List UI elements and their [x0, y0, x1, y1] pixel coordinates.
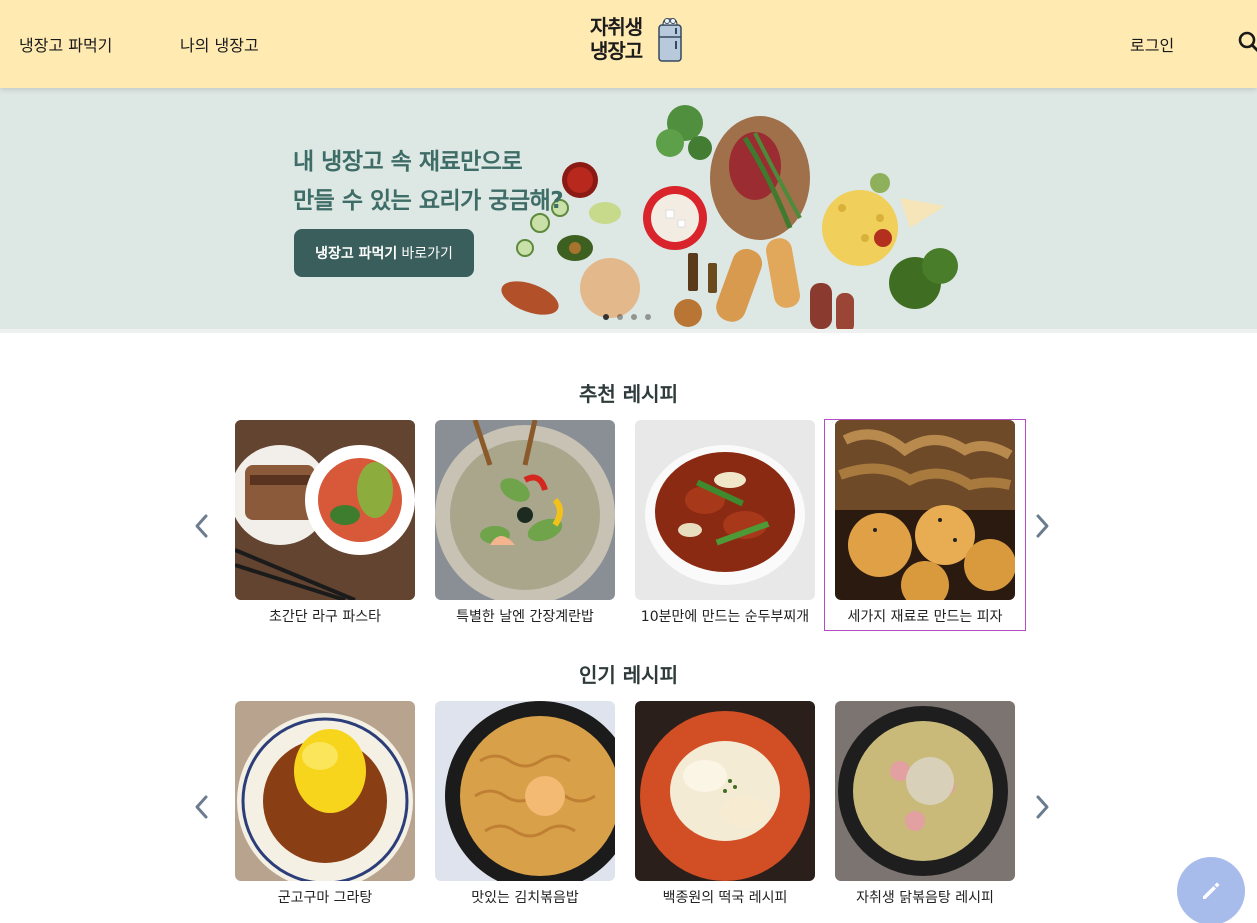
- recipe-image: [835, 701, 1015, 881]
- recipe-title: 군고구마 그라탕: [277, 890, 373, 906]
- nav-fridge-hunt[interactable]: 냉장고 파먹기: [19, 32, 112, 56]
- search-icon[interactable]: [1237, 30, 1257, 54]
- recommended-title: 추천 레시피: [579, 382, 678, 406]
- hero-headline-line2: 만들 수 있는 요리가 궁금해?: [293, 188, 564, 214]
- recipe-title: 맛있는 김치볶음밥: [471, 890, 579, 906]
- chevron-left-icon[interactable]: [192, 512, 212, 540]
- hero-cta-button[interactable]: 냉장고 파먹기 바로가기: [294, 229, 474, 277]
- logo-text: 자취생 냉장고: [590, 15, 643, 63]
- fridge-icon: [658, 18, 682, 62]
- recipe-image: [435, 420, 615, 600]
- divider: [0, 329, 1257, 333]
- recipe-title: 10분만에 만드는 순두부찌개: [640, 609, 810, 625]
- header: 냉장고 파먹기 나의 냉장고 자취생 냉장고 로그인: [0, 0, 1257, 88]
- hero-headline: 내 냉장고 속 재료만으로 만들 수 있는 요리가 궁금해?: [293, 143, 564, 221]
- login-link[interactable]: 로그인: [1130, 32, 1174, 56]
- recipe-image: [235, 420, 415, 600]
- hero-cta-bold: 냉장고 파먹기: [315, 246, 398, 262]
- logo-line1: 자취생: [590, 15, 643, 39]
- recipe-title: 초간단 라구 파스타: [269, 609, 381, 625]
- recipe-image: [435, 701, 615, 881]
- hero-dot[interactable]: [617, 314, 623, 320]
- chevron-right-icon[interactable]: [1032, 793, 1052, 821]
- hero-dot[interactable]: [603, 314, 609, 320]
- recipe-image: [635, 420, 815, 600]
- recipe-image: [835, 420, 1015, 600]
- hero-dot[interactable]: [631, 314, 637, 320]
- hero-cta-rest: 바로가기: [401, 246, 453, 262]
- recipe-title: 백종원의 떡국 레시피: [662, 890, 788, 906]
- recipe-card[interactable]: 맛있는 김치볶음밥: [435, 701, 615, 911]
- recipe-card[interactable]: 10분만에 만드는 순두부찌개: [635, 420, 815, 630]
- hero-dot[interactable]: [645, 314, 651, 320]
- logo[interactable]: 자취생 냉장고: [590, 13, 690, 77]
- recipe-image: [635, 701, 815, 881]
- recipe-card[interactable]: 특별한 날엔 간장계란밥: [435, 420, 615, 630]
- hero-banner: 내 냉장고 속 재료만으로 만들 수 있는 요리가 궁금해? 냉장고 파먹기 바…: [0, 88, 1257, 329]
- pencil-icon: [1203, 882, 1220, 899]
- chevron-right-icon[interactable]: [1032, 512, 1052, 540]
- recipe-card[interactable]: 군고구마 그라탕: [235, 701, 415, 911]
- recipe-card[interactable]: 세가지 재료로 만드는 피자: [824, 419, 1026, 631]
- recipe-title: 특별한 날엔 간장계란밥: [456, 609, 594, 625]
- nav-my-fridge[interactable]: 나의 냉장고: [180, 32, 259, 56]
- popular-title: 인기 레시피: [579, 663, 678, 687]
- recipe-card[interactable]: 자취생 닭볶음탕 레시피: [835, 701, 1015, 911]
- recipe-card[interactable]: 초간단 라구 파스타: [235, 420, 415, 630]
- recommended-carousel: 초간단 라구 파스타 특별한 날엔 간장계란밥 10분만에 만드는 순두부찌개 …: [0, 419, 1257, 632]
- recipe-title: 세가지 재료로 만드는 피자: [847, 609, 1003, 625]
- hero-pagination: [603, 314, 651, 320]
- recipe-card[interactable]: 백종원의 떡국 레시피: [635, 701, 815, 911]
- logo-line2: 냉장고: [590, 39, 643, 63]
- popular-carousel: 군고구마 그라탕 맛있는 김치볶음밥 백종원의 떡국 레시피 자취생 닭볶음탕 …: [0, 701, 1257, 913]
- recipe-title: 자취생 닭볶음탕 레시피: [856, 890, 994, 906]
- chevron-left-icon[interactable]: [192, 793, 212, 821]
- hero-headline-line1: 내 냉장고 속 재료만으로: [293, 149, 523, 175]
- recipe-image: [235, 701, 415, 881]
- write-recipe-button[interactable]: [1177, 857, 1245, 923]
